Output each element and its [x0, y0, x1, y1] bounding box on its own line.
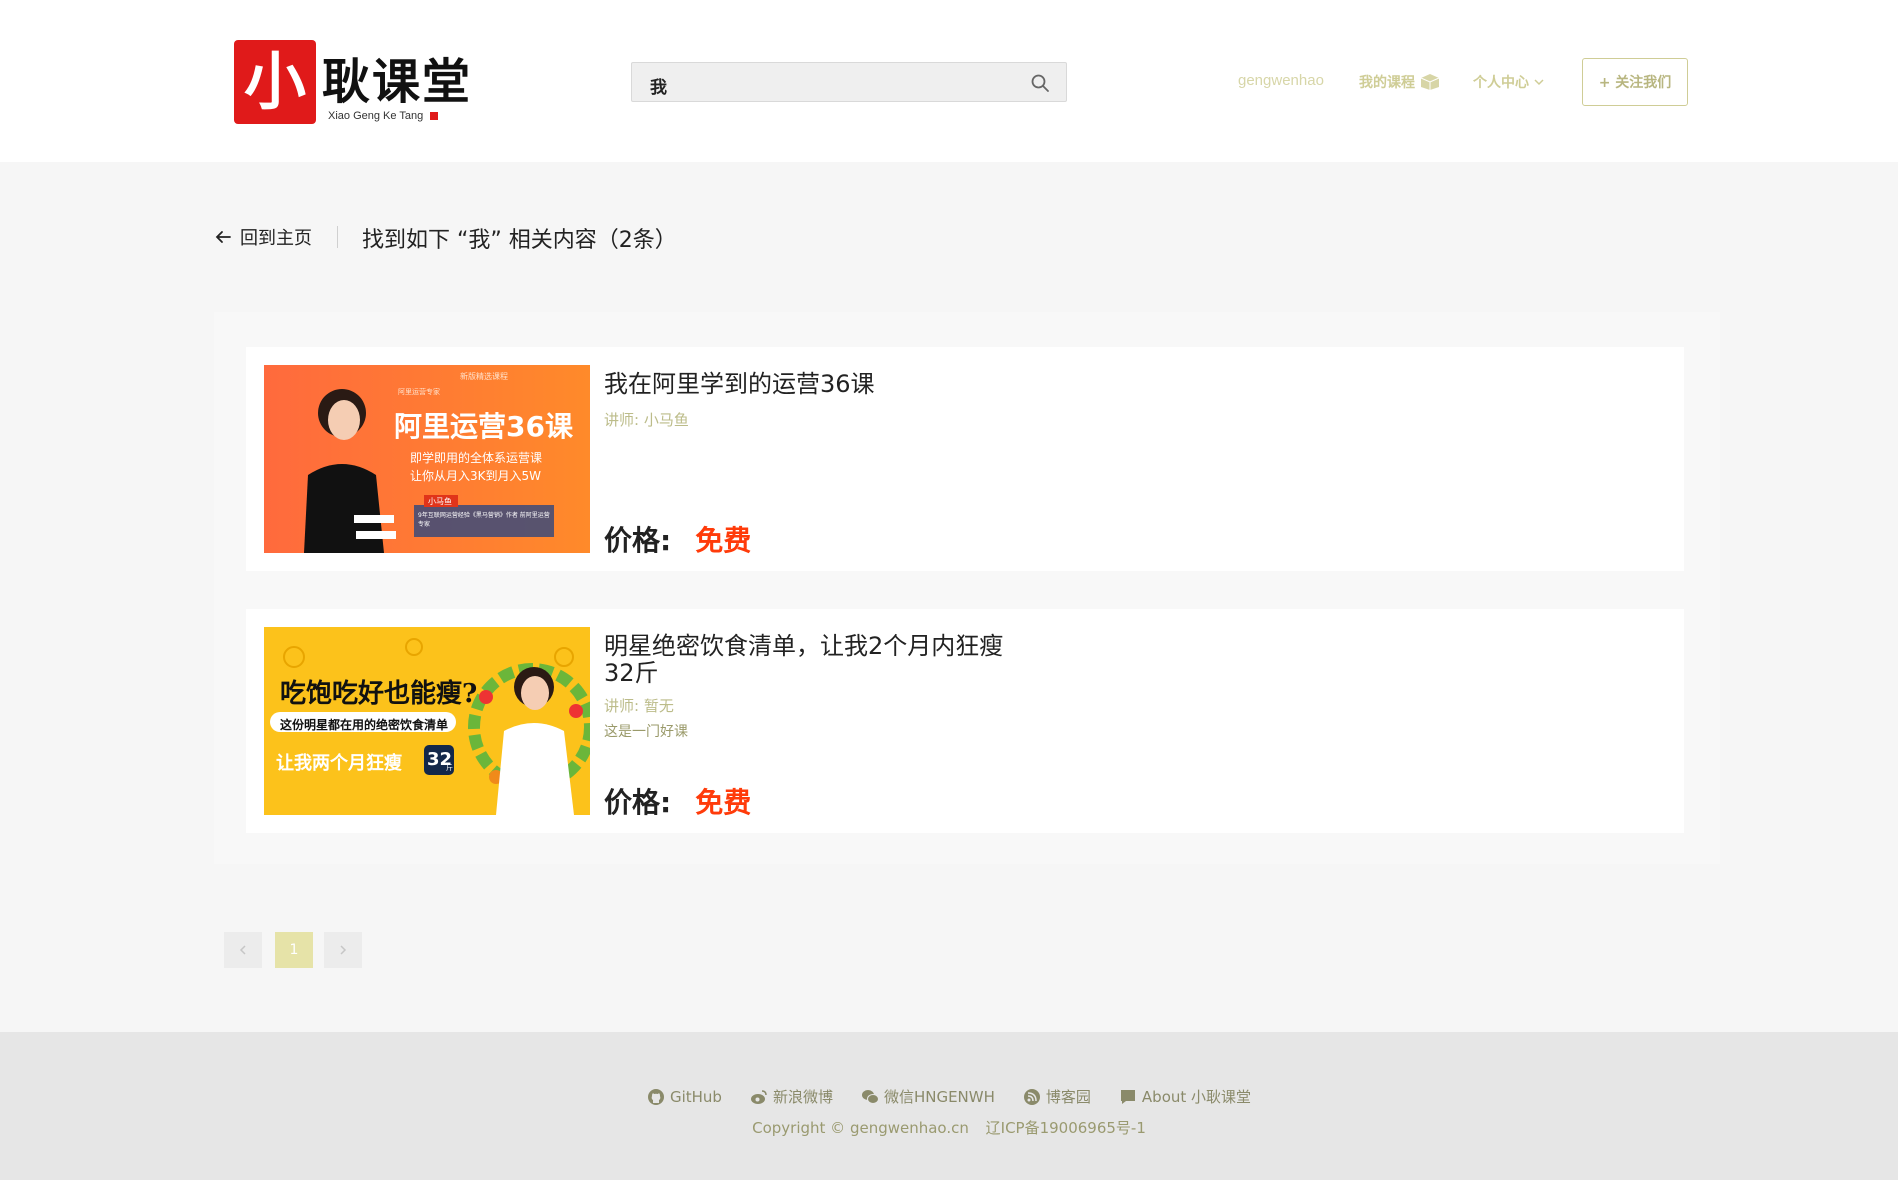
footer-link-label: 微信HNGENWH — [883, 1088, 995, 1106]
pagination-prev-button[interactable] — [224, 932, 262, 968]
footer-link-label: About 小耿课堂 — [1141, 1088, 1252, 1106]
nav-personal-center[interactable]: 个人中心 — [1473, 72, 1545, 92]
course-description: 这是一门好课 — [604, 724, 688, 740]
logo-subtitle: Xiao Geng Ke Tang — [328, 110, 424, 122]
chevron-right-icon — [340, 945, 347, 955]
site-footer: GitHub 新浪微博 微信HNGENWH 博客园 About 小耿课堂 — [0, 1032, 1898, 1180]
nav-my-courses-label: 我的课程 — [1359, 75, 1415, 91]
follow-us-button[interactable]: + 关注我们 — [1582, 58, 1688, 106]
wechat-icon — [861, 1089, 879, 1104]
icp-number[interactable]: 辽ICP备19006965号-1 — [986, 1119, 1146, 1137]
search-value[interactable]: 我 — [650, 73, 667, 98]
blog-icon — [1023, 1088, 1040, 1105]
thumb-name-tag: 小马鱼 — [428, 497, 452, 506]
weibo-icon — [750, 1089, 767, 1104]
course-title[interactable]: 我在阿里学到的运营36课 — [604, 371, 1024, 398]
course-price: 价格: 免费 — [604, 781, 751, 821]
about-icon — [1120, 1089, 1135, 1104]
course-thumbnail[interactable]: 吃饱吃好也能瘦? 这份明星都在用的绝密饮食清单 让我两个月狂瘦 32 斤 — [264, 627, 590, 815]
chevron-down-icon — [1534, 79, 1544, 86]
course-card[interactable]: 新版精选课程 阿里运营专家 阿里运营36课 即学即用的全体系运营课 让你从月入3… — [246, 347, 1684, 571]
footer-link-about[interactable]: About 小耿课堂 — [1119, 1086, 1251, 1107]
thumb-top-label: 新版精选课程 — [460, 372, 508, 381]
back-home-link[interactable]: 回到主页 — [214, 224, 312, 250]
course-price: 价格: 免费 — [604, 519, 751, 559]
price-value: 免费 — [695, 786, 752, 819]
search-icon[interactable] — [1030, 73, 1050, 93]
price-label: 价格: — [604, 786, 672, 819]
logo-title: 耿课堂 — [322, 54, 473, 110]
search-result-title: 找到如下 “我” 相关内容（2条） — [362, 228, 677, 253]
footer-link-label: 新浪微博 — [772, 1088, 833, 1106]
thumb-line-2: 让你从月入3K到月入5W — [410, 469, 542, 483]
logo-seal: 小 — [234, 40, 316, 124]
footer-link-label: 博客园 — [1045, 1088, 1091, 1106]
footer-copyright: Copyright © gengwenhao.cn 辽ICP备19006965号… — [0, 1117, 1898, 1138]
course-teacher: 讲师: 小马鱼 — [604, 411, 689, 429]
nav-personal-center-label: 个人中心 — [1473, 75, 1529, 91]
thumb-line-2: 让我两个月狂瘦 — [276, 753, 402, 774]
thumb-headline: 吃饱吃好也能瘦? — [280, 679, 478, 709]
pagination-page-1[interactable]: 1 — [275, 932, 313, 968]
site-logo[interactable]: 小 耿课堂 Xiao Geng Ke Tang — [232, 38, 482, 128]
thumb-headline: 阿里运营36课 — [394, 410, 573, 443]
price-value: 免费 — [695, 524, 752, 557]
footer-links: GitHub 新浪微博 微信HNGENWH 博客园 About 小耿课堂 — [0, 1086, 1898, 1107]
footer-link-label: GitHub — [669, 1087, 722, 1106]
thumb-side-label: 阿里运营专家 — [398, 388, 440, 396]
price-label: 价格: — [604, 524, 672, 557]
course-card[interactable]: 吃饱吃好也能瘦? 这份明星都在用的绝密饮食清单 让我两个月狂瘦 32 斤 明星绝… — [246, 609, 1684, 833]
thumb-badge-unit: 斤 — [446, 764, 453, 772]
footer-link-github[interactable]: GitHub — [647, 1086, 722, 1107]
box-icon — [1420, 74, 1440, 90]
footer-link-wechat[interactable]: 微信HNGENWH — [861, 1086, 995, 1107]
logo-dot — [430, 112, 438, 120]
search-input[interactable]: 我 — [631, 62, 1067, 102]
course-title[interactable]: 明星绝密饮食清单，让我2个月内狂瘦32斤 — [604, 633, 1024, 687]
pagination-next-button[interactable] — [324, 932, 362, 968]
footer-link-weibo[interactable]: 新浪微博 — [750, 1086, 833, 1107]
course-thumbnail[interactable]: 新版精选课程 阿里运营专家 阿里运营36课 即学即用的全体系运营课 让你从月入3… — [264, 365, 590, 553]
back-home-label: 回到主页 — [240, 228, 312, 249]
thumb-line-1: 这份明星都在用的绝密饮食清单 — [280, 718, 449, 732]
nav-my-courses[interactable]: 我的课程 — [1359, 72, 1441, 92]
breadcrumb-divider — [337, 226, 338, 248]
copyright-text: Copyright © gengwenhao.cn — [752, 1119, 969, 1137]
github-icon — [647, 1088, 664, 1105]
site-header: 小 耿课堂 Xiao Geng Ke Tang 我 gengwenhao 我的课… — [0, 0, 1898, 162]
footer-link-blog[interactable]: 博客园 — [1023, 1086, 1091, 1107]
chevron-left-icon — [239, 945, 246, 955]
arrow-left-icon — [215, 231, 231, 243]
nav-username[interactable]: gengwenhao — [1238, 72, 1324, 89]
course-teacher: 讲师: 暂无 — [604, 697, 674, 715]
thumb-line-1: 即学即用的全体系运营课 — [410, 451, 543, 465]
thumb-bio: 9年互联网运营经验《黑马营销》作者 前阿里运营专家 — [418, 512, 550, 528]
